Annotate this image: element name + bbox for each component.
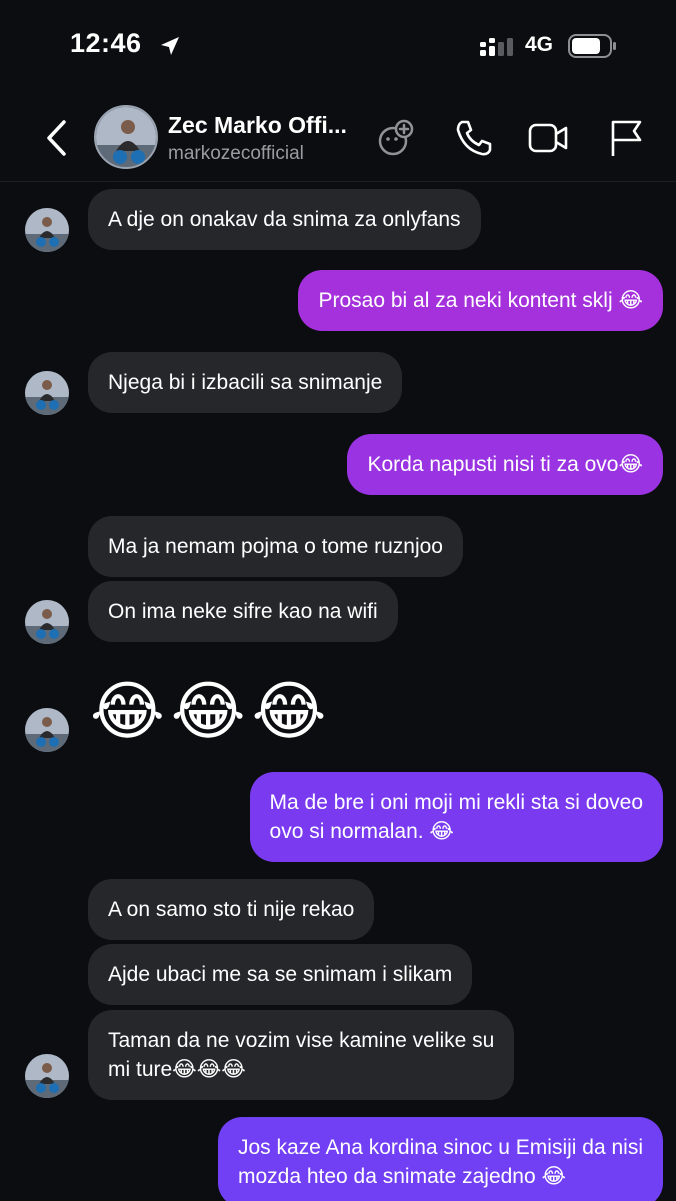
chat-screen: 12:46 4G Zec Marko Offi... markozecoffic… <box>0 0 676 1201</box>
status-time: 12:46 <box>70 28 142 58</box>
message-incoming[interactable]: Ajde ubaci me sa se snimam i slikam <box>88 944 473 1005</box>
message-outgoing[interactable]: Korda napusti nisi ti za ovo😂 <box>347 434 663 495</box>
location-arrow-icon <box>161 37 179 55</box>
video-camera-icon[interactable] <box>526 116 570 160</box>
avatar-image-icon <box>25 600 69 644</box>
message-incoming[interactable]: A on samo sto ti nije rekao <box>88 879 375 940</box>
sender-avatar[interactable] <box>25 708 69 752</box>
sender-avatar[interactable] <box>25 208 69 252</box>
message-line: Taman da ne vozim vise kamine velike su <box>108 1029 495 1052</box>
sender-avatar[interactable] <box>25 600 69 644</box>
message-incoming[interactable]: A dje on onakav da snima za onlyfans <box>88 189 481 250</box>
contact-handle[interactable]: markozecofficial <box>168 143 304 165</box>
sender-avatar[interactable] <box>25 371 69 415</box>
chevron-left-icon[interactable] <box>36 114 76 162</box>
avatar-image-icon <box>25 1054 69 1098</box>
phone-icon[interactable] <box>452 116 496 160</box>
message-emoji[interactable]: 😂😂😂 <box>90 674 332 748</box>
avatar-image-icon <box>25 371 69 415</box>
message-line: mi ture😂😂😂 <box>108 1058 246 1081</box>
status-bar: 12:46 4G <box>0 0 676 92</box>
message-incoming[interactable]: Ma ja nemam pojma o tome ruznjoo <box>88 516 463 577</box>
sender-avatar[interactable] <box>25 1054 69 1098</box>
message-incoming[interactable]: Taman da ne vozim vise kamine velike su … <box>88 1010 515 1100</box>
network-type: 4G <box>525 33 554 56</box>
battery-icon <box>568 34 616 58</box>
message-outgoing[interactable]: Ma de bre i oni moji mi rekli sta si dov… <box>249 772 663 862</box>
flag-icon[interactable] <box>604 116 648 160</box>
effects-icon[interactable] <box>374 116 418 160</box>
avatar-image-icon <box>96 107 156 167</box>
message-incoming[interactable]: On ima neke sifre kao na wifi <box>88 581 398 642</box>
avatar-image-icon <box>25 208 69 252</box>
message-outgoing[interactable]: Jos kaze Ana kordina sinoc u Emisiji da … <box>217 1117 663 1201</box>
contact-avatar[interactable] <box>94 105 158 169</box>
conversation-header: Zec Marko Offi... markozecofficial <box>0 92 676 182</box>
avatar-image-icon <box>25 708 69 752</box>
message-incoming[interactable]: Njega bi i izbacili sa snimanje <box>88 352 403 413</box>
message-outgoing[interactable]: Prosao bi al za neki kontent sklj 😂 <box>298 270 663 331</box>
message-line: Jos kaze Ana kordina sinoc u Emisiji da … <box>237 1136 643 1159</box>
message-line: mozda hteo da snimate zajedno 😂 <box>237 1165 567 1188</box>
contact-name[interactable]: Zec Marko Offi... <box>168 112 368 139</box>
message-line: Ma de bre i oni moji mi rekli sta si dov… <box>269 791 643 814</box>
cellular-signal-icon <box>480 38 513 56</box>
message-line: ovo si normalan. 😂 <box>269 820 454 843</box>
